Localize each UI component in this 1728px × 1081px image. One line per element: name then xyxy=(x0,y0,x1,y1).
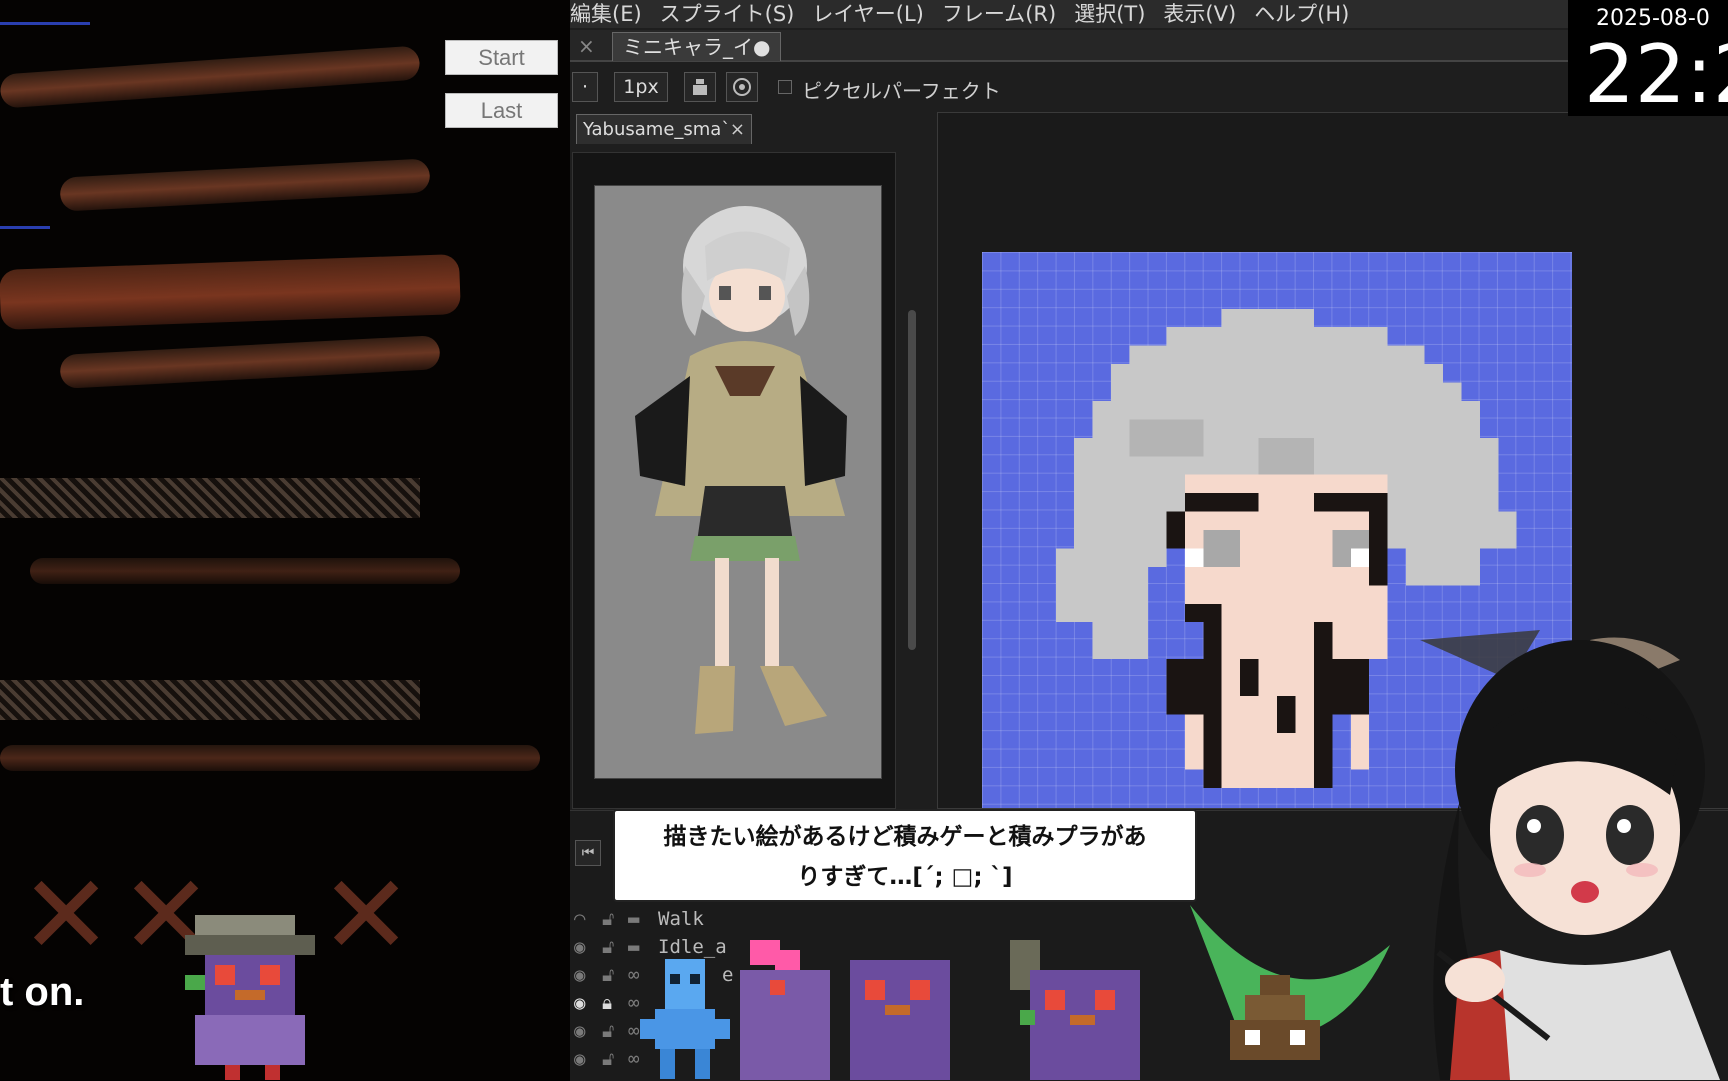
green-flame-poop-sprite xyxy=(1190,905,1390,1060)
bird-group-sprite xyxy=(740,940,950,1080)
blue-ghost-sprite xyxy=(640,959,730,1079)
pixel-perfect-label: ピクセルパーフェクト xyxy=(802,79,1001,103)
lock-icon[interactable]: 🔒︎ xyxy=(602,992,612,1014)
speech-bubble-line: りすぎて…[´; □; `] xyxy=(797,864,1013,890)
lock-icon[interactable]: 🔓︎ xyxy=(602,936,614,958)
first-frame-button[interactable]: ⏮ xyxy=(575,840,601,866)
menu-frame[interactable]: フレーム(R) xyxy=(942,0,1056,28)
layer-row[interactable]: ◠ 🔓︎ ▬ Walk xyxy=(572,906,942,932)
menu-sprite[interactable]: スプライト(S) xyxy=(660,0,795,28)
stream-clock: 2025-08-0 22:2 xyxy=(1568,0,1728,116)
game-decor-line xyxy=(0,226,50,229)
game-plank xyxy=(0,745,540,771)
game-subtitle: t on. xyxy=(0,970,85,1014)
menu-select[interactable]: 選択(T) xyxy=(1074,0,1145,28)
last-button[interactable]: Last xyxy=(445,93,558,128)
continuous-link-icon: ∞ xyxy=(628,1048,640,1070)
reference-character-illustration xyxy=(635,206,847,734)
vtuber-avatar xyxy=(1420,630,1720,1080)
game-plank xyxy=(59,335,441,389)
tab-reference-image[interactable]: Yabusame_sma` × xyxy=(576,114,752,144)
menu-edit[interactable]: 編集(E) xyxy=(570,0,642,28)
pressure-icon[interactable] xyxy=(726,72,758,102)
ink-icon[interactable] xyxy=(684,72,716,102)
bird-sprite xyxy=(185,915,315,1080)
clock-time: 22:2 xyxy=(1584,28,1728,116)
pixel-perfect-checkbox[interactable] xyxy=(778,80,792,94)
reference-scrollbar[interactable] xyxy=(908,310,916,650)
game-mesh xyxy=(0,478,420,518)
game-mesh xyxy=(0,680,420,720)
visibility-eye-icon[interactable]: ◉ xyxy=(574,964,585,986)
document-tab-bar: × ミニキャラ_イ● xyxy=(570,30,1570,62)
lock-icon[interactable]: 🔓︎ xyxy=(602,964,614,986)
brush-size-field[interactable]: 1px xyxy=(614,72,668,102)
game-plank xyxy=(59,158,431,212)
menu-bar: 編集(E) スプライト(S) レイヤー(L) フレーム(R) 選択(T) 表示(… xyxy=(570,0,1570,28)
reference-image xyxy=(594,185,882,779)
game-viewport: ✕ ✕ ✕ Start Last t on. xyxy=(0,0,570,1080)
folder-icon: ▬ xyxy=(628,908,640,930)
game-plank xyxy=(0,45,421,109)
speech-bubble-line: 描きたい絵があるけど積みゲーと積みプラがあ xyxy=(663,824,1147,850)
reference-tab-label: Yabusame_sma` xyxy=(583,119,731,140)
game-cross-decor: ✕ xyxy=(20,851,113,979)
continuous-link-icon: ∞ xyxy=(628,992,640,1014)
continuous-link-icon: ∞ xyxy=(628,1020,640,1042)
visibility-eye-icon[interactable]: ◉ xyxy=(574,992,585,1014)
visibility-eye-icon[interactable]: ◉ xyxy=(574,936,585,958)
bird-sprite xyxy=(1010,940,1140,1080)
close-reference-icon[interactable]: × xyxy=(730,115,745,145)
brush-type-button[interactable]: · xyxy=(572,72,598,102)
game-cross-decor: ✕ xyxy=(320,851,413,979)
layer-name: Walk xyxy=(658,908,704,930)
lock-icon[interactable]: 🔓︎ xyxy=(602,1048,614,1070)
tool-options-bar: · 1px ピクセルパーフェクト xyxy=(570,68,1570,108)
game-plank xyxy=(30,558,460,584)
layer-name: Idle_a xyxy=(658,936,727,958)
menu-help[interactable]: ヘルプ(H) xyxy=(1254,0,1349,28)
game-decor-line xyxy=(0,22,90,25)
menu-view[interactable]: 表示(V) xyxy=(1163,0,1236,28)
start-button[interactable]: Start xyxy=(445,40,558,75)
close-tab-icon[interactable]: × xyxy=(578,34,595,58)
game-plank xyxy=(0,253,461,331)
visibility-eye-icon[interactable]: ◉ xyxy=(574,1048,585,1070)
menu-layer[interactable]: レイヤー(L) xyxy=(812,0,923,28)
lock-icon[interactable]: 🔓︎ xyxy=(602,1020,614,1042)
visibility-eye-icon[interactable]: ◠ xyxy=(574,908,585,930)
tab-minichara[interactable]: ミニキャラ_イ● xyxy=(612,32,782,61)
speech-bubble: 描きたい絵があるけど積みゲーと積みプラがあ りすぎて…[´; □; `] xyxy=(613,809,1197,902)
lock-icon[interactable]: 🔓︎ xyxy=(602,908,614,930)
continuous-link-icon: ∞ xyxy=(628,964,640,986)
folder-icon: ▬ xyxy=(628,936,640,958)
visibility-eye-icon[interactable]: ◉ xyxy=(574,1020,585,1042)
